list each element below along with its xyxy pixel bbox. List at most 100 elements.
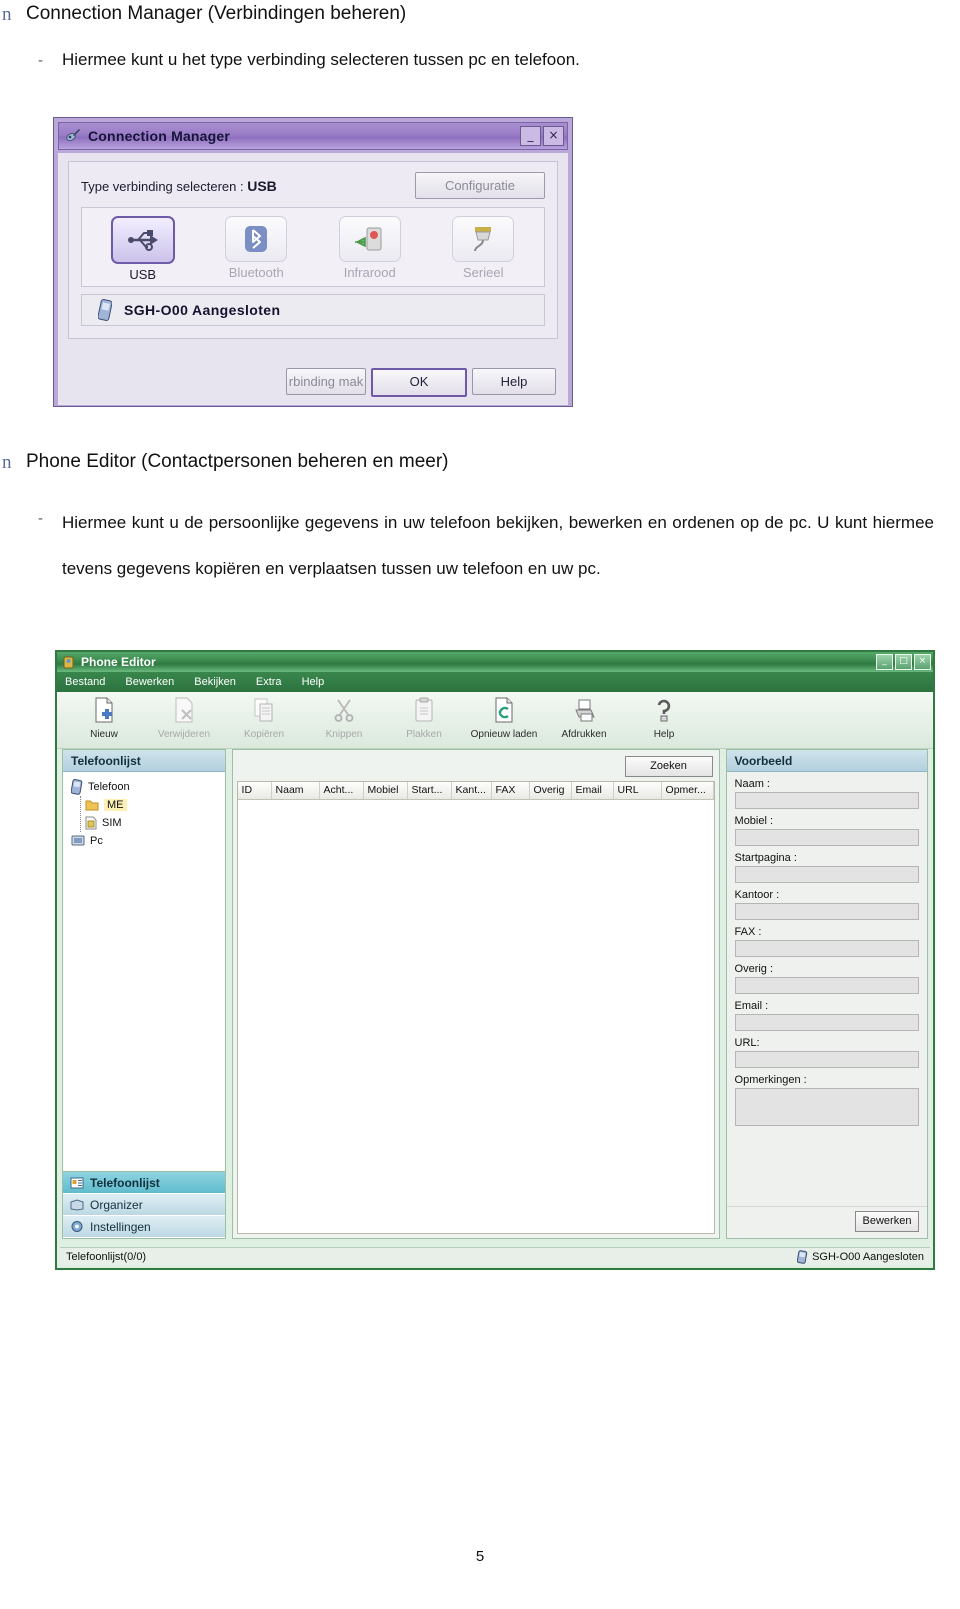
help-button[interactable]: Help (472, 368, 556, 395)
connection-option-bluetooth[interactable]: Bluetooth (200, 216, 314, 282)
ok-button[interactable]: OK (371, 368, 467, 397)
voorbeeld-fields: Naam : Mobiel : Startpagina : Kantoor : … (727, 772, 927, 1206)
menu-item-bewerken[interactable]: Bewerken (125, 676, 174, 688)
tree-item-telefoon[interactable]: Telefoon (63, 778, 225, 796)
field-input-mobiel[interactable] (734, 829, 919, 846)
toolbar-button-plakken[interactable]: Plakken (389, 696, 459, 742)
field-input-fax[interactable] (734, 940, 919, 957)
contacts-grid-header[interactable]: ID Naam Acht... Mobiel Start... Kant... … (237, 782, 714, 800)
field-label-fax: FAX : (734, 926, 762, 938)
section-heading-2: Phone Editor (Contactpersonen beheren en… (26, 451, 449, 472)
connection-manager-window[interactable]: Connection Manager _ × Type verbinding s… (53, 117, 573, 407)
connection-option-usb-label: USB (129, 267, 157, 282)
left-nav-buttons[interactable]: Telefoonlijst Organizer Instellingen (63, 1171, 225, 1238)
nav-button-organizer[interactable]: Organizer (63, 1194, 225, 1216)
connection-option-serial-label: Serieel (463, 265, 504, 280)
phone-editor-toolbar[interactable]: Nieuw Verwijderen Kopiëren Knippen Plakk… (57, 692, 933, 749)
connection-option-usb[interactable]: USB (86, 216, 200, 282)
configuratie-button[interactable]: Configuratie (415, 172, 545, 199)
column-header-opmerkingen[interactable]: Opmer... (662, 782, 714, 799)
toolbar-button-knippen[interactable]: Knippen (309, 696, 379, 742)
field-input-naam[interactable] (734, 792, 919, 809)
column-header-id[interactable]: ID (238, 782, 272, 799)
connection-manager-titlebar[interactable]: Connection Manager _ × (58, 122, 568, 150)
menu-item-extra[interactable]: Extra (256, 676, 282, 688)
zoeken-button[interactable]: Zoeken (624, 756, 713, 777)
field-input-overig[interactable] (734, 977, 919, 994)
maximize-icon[interactable]: □ (895, 654, 912, 670)
contacts-grid-body[interactable] (237, 800, 714, 1233)
sim-card-icon (85, 816, 97, 830)
column-header-overig[interactable]: Overig (530, 782, 572, 799)
contacts-grid[interactable]: ID Naam Acht... Mobiel Start... Kant... … (236, 781, 715, 1234)
telefoonlijst-panel: Telefoonlijst Telefoon ME SIM Pc Telefoo… (62, 749, 226, 1239)
voorbeeld-panel: Voorbeeld Naam : Mobiel : Startpagina : … (725, 749, 928, 1239)
paste-icon (389, 696, 459, 724)
phone-editor-window-controls[interactable]: _ □ × (876, 654, 931, 670)
toolbar-button-kopieren[interactable]: Kopiëren (229, 696, 299, 742)
device-status-text: SGH-O00 Aangesloten (124, 302, 281, 318)
phone-icon (71, 779, 83, 795)
toolbar-label-kopieren: Kopiëren (243, 729, 285, 740)
field-input-opmerkingen[interactable] (734, 1088, 919, 1126)
serial-port-icon (452, 216, 515, 262)
column-header-fax[interactable]: FAX (492, 782, 530, 799)
phone-editor-titlebar[interactable]: Phone Editor _ □ × (57, 652, 933, 672)
connection-option-bluetooth-label: Bluetooth (228, 265, 284, 280)
field-label-email: Email : (734, 1000, 769, 1012)
column-header-email[interactable]: Email (572, 782, 614, 799)
tree-item-me[interactable]: ME (63, 796, 225, 814)
section-bullet-2: n (2, 452, 12, 473)
tree-item-sim[interactable]: SIM (63, 814, 225, 832)
nav-label-organizer: Organizer (90, 1197, 143, 1212)
phone-tree[interactable]: Telefoon ME SIM Pc (63, 772, 225, 1171)
connection-manager-window-controls[interactable]: _ × (520, 126, 564, 146)
nav-button-telefoonlijst[interactable]: Telefoonlijst (63, 1172, 225, 1194)
minimize-icon[interactable]: _ (520, 126, 541, 146)
section-paragraph-2: Hiermee kunt u de persoonlijke gegevens … (62, 513, 934, 578)
connection-type-selector: USB Bluetooth Infrarood Serieel (81, 207, 545, 287)
phone-editor-window[interactable]: Phone Editor _ □ × Bestand Bewerken Beki… (55, 650, 935, 1270)
toolbar-label-knippen: Knippen (325, 729, 363, 740)
phone-icon (797, 1249, 808, 1264)
menu-item-bekijken[interactable]: Bekijken (194, 676, 236, 688)
column-header-mobiel[interactable]: Mobiel (364, 782, 408, 799)
contacts-table-panel: Zoeken ID Naam Acht... Mobiel Start... K… (231, 749, 720, 1239)
delete-icon (149, 696, 219, 724)
column-header-kantoor[interactable]: Kant... (452, 782, 492, 799)
menu-item-bestand[interactable]: Bestand (65, 676, 105, 688)
tree-item-pc[interactable]: Pc (63, 832, 225, 850)
connection-option-serial[interactable]: Serieel (427, 216, 541, 282)
bewerken-button[interactable]: Bewerken (855, 1211, 919, 1232)
copy-icon (229, 696, 299, 724)
toolbar-button-opnieuw-laden[interactable]: Opnieuw laden (469, 696, 539, 742)
verbinding-maken-button[interactable]: rbinding mak (286, 368, 366, 395)
field-input-email[interactable] (734, 1014, 919, 1031)
field-input-url[interactable] (734, 1051, 919, 1068)
column-header-url[interactable]: URL (614, 782, 662, 799)
connection-manager-content: Type verbinding selecteren : USB Configu… (68, 161, 558, 339)
toolbar-button-afdrukken[interactable]: Afdrukken (549, 696, 619, 742)
connection-type-value: USB (247, 177, 277, 194)
field-input-startpagina[interactable] (734, 866, 919, 883)
column-header-startpagina[interactable]: Start... (408, 782, 452, 799)
nav-label-telefoonlijst: Telefoonlijst (90, 1175, 160, 1190)
toolbar-button-verwijderen[interactable]: Verwijderen (149, 696, 219, 742)
toolbar-label-verwijderen: Verwijderen (157, 729, 211, 740)
minimize-icon[interactable]: _ (876, 654, 893, 670)
tree-label-pc: Pc (90, 835, 103, 847)
field-input-kantoor[interactable] (734, 903, 919, 920)
toolbar-button-help[interactable]: Help (629, 696, 699, 742)
column-header-naam[interactable]: Naam (272, 782, 320, 799)
new-document-icon (69, 696, 139, 724)
connection-option-infrared[interactable]: Infrarood (313, 216, 427, 282)
phone-editor-menubar[interactable]: Bestand Bewerken Bekijken Extra Help (57, 672, 933, 692)
close-icon[interactable]: × (914, 654, 931, 670)
nav-button-instellingen[interactable]: Instellingen (63, 1216, 225, 1238)
list-dash-1: - (38, 52, 43, 69)
column-header-achternaam[interactable]: Acht... (320, 782, 364, 799)
toolbar-button-nieuw[interactable]: Nieuw (69, 696, 139, 742)
section-paragraph-1: Hiermee kunt u het type verbinding selec… (62, 50, 580, 69)
close-icon[interactable]: × (543, 126, 564, 146)
menu-item-help[interactable]: Help (302, 676, 325, 688)
